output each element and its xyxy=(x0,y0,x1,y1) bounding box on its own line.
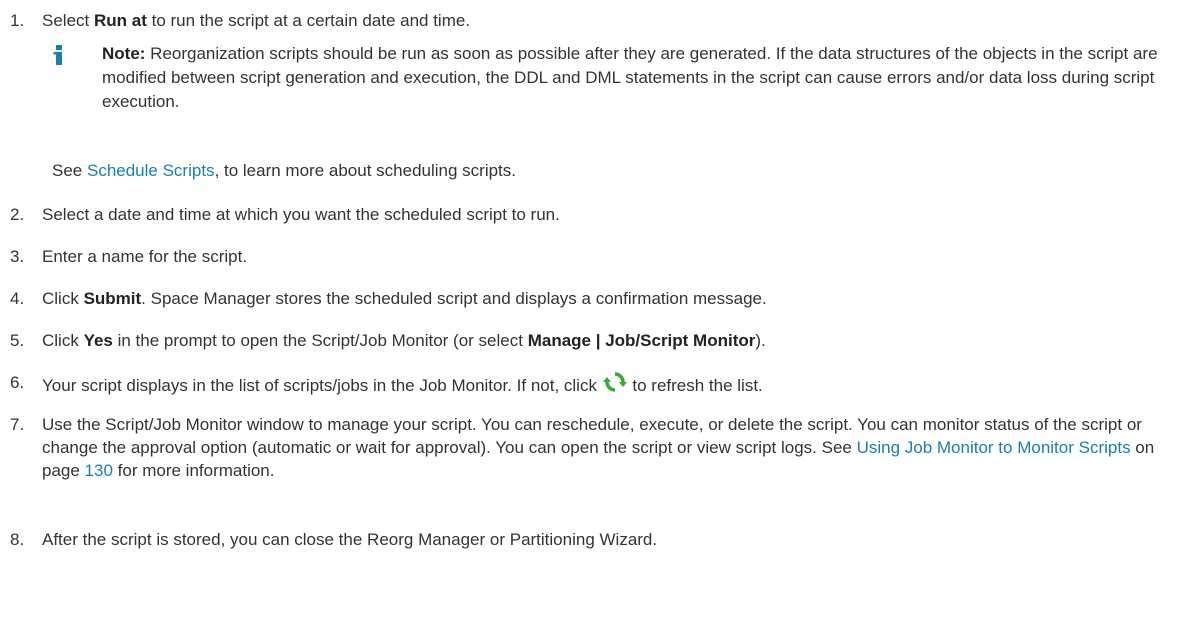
step-number: 2. xyxy=(10,205,25,224)
step-7: 7. Use the Script/Job Monitor window to … xyxy=(10,413,1175,482)
step-text: Click xyxy=(42,289,84,308)
ui-term-manage-menu: Manage | Job/Script Monitor xyxy=(527,331,756,350)
see-prefix: See xyxy=(52,161,87,180)
step-number: 6. xyxy=(10,373,25,392)
ui-term-run-at: Run at xyxy=(93,11,147,30)
step-text: . Space Manager stores the scheduled scr… xyxy=(141,289,767,308)
info-icon xyxy=(53,45,62,65)
see-also-line: See Schedule Scripts, to learn more abou… xyxy=(52,159,516,182)
step-text: Select xyxy=(42,11,94,30)
step-text: for more information. xyxy=(112,461,275,480)
ui-term-submit: Submit xyxy=(83,289,142,308)
step-number: 5. xyxy=(10,331,25,350)
refresh-icon[interactable] xyxy=(602,371,627,393)
page-number-link[interactable]: 130 xyxy=(85,461,113,480)
step-2: 2. Select a date and time at which you w… xyxy=(10,203,1175,226)
step-text: in the prompt to open the Script/Job Mon… xyxy=(112,331,528,350)
step-text: ). xyxy=(755,331,766,350)
step-number: 7. xyxy=(10,415,25,434)
step-text: Enter a name for the script. xyxy=(42,247,248,266)
step-text: Select a date and time at which you want… xyxy=(42,205,560,224)
schedule-scripts-link[interactable]: Schedule Scripts xyxy=(87,161,215,180)
step-4: 4. Click Submit. Space Manager stores th… xyxy=(10,287,1175,310)
note-label: Note: xyxy=(102,44,146,63)
note-box: Note: Reorganization scripts should be r… xyxy=(52,42,1182,114)
step-1: 1. Select Run at to run the script at a … xyxy=(10,9,1175,180)
see-suffix: , to learn more about scheduling scripts… xyxy=(214,161,516,180)
ui-term-yes: Yes xyxy=(83,331,113,350)
step-number: 4. xyxy=(10,289,25,308)
step-number: 1. xyxy=(10,11,25,30)
step-text: to refresh the list. xyxy=(627,376,763,395)
step-number: 3. xyxy=(10,247,25,266)
step-text: Your script displays in the list of scri… xyxy=(42,376,602,395)
step-6: 6. Your script displays in the list of s… xyxy=(10,371,1175,397)
step-3: 3. Enter a name for the script. xyxy=(10,245,1175,268)
step-8: 8. After the script is stored, you can c… xyxy=(10,528,1175,551)
using-job-monitor-link[interactable]: Using Job Monitor to Monitor Scripts xyxy=(857,438,1131,457)
step-text: to run the script at a certain date and … xyxy=(146,11,471,30)
note-text: Reorganization scripts should be run as … xyxy=(102,44,1158,111)
step-text: Click xyxy=(42,331,84,350)
step-5: 5. Click Yes in the prompt to open the S… xyxy=(10,329,1175,352)
step-number: 8. xyxy=(10,530,25,549)
step-text: After the script is stored, you can clos… xyxy=(42,530,658,549)
